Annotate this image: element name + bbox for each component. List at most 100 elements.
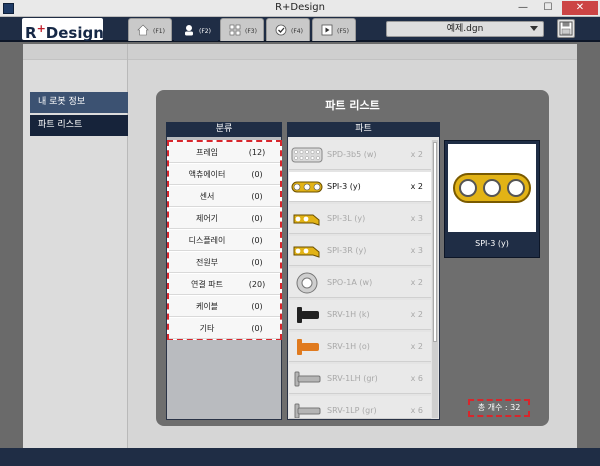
part-item[interactable]: SRV-1H (o) x 2 [289, 332, 431, 362]
category-count: (0) [251, 192, 263, 201]
sidebar-item-label: 내 로봇 정보 [38, 97, 86, 107]
bottom-bar [0, 448, 600, 466]
tab-home[interactable]: (F1) [128, 18, 172, 41]
sidebar-item-my-robot-info[interactable]: 내 로봇 정보 [30, 92, 128, 113]
tab-key-label: (F2) [199, 28, 211, 35]
category-item[interactable]: 전원부 (0) [169, 252, 280, 273]
tab-key-label: (F3) [245, 28, 257, 35]
window-titlebar: R+Design — ☐ ✕ [0, 0, 600, 17]
category-name: 프레임 [195, 148, 219, 157]
ring-icon [296, 272, 318, 294]
close-button[interactable]: ✕ [562, 1, 598, 15]
part-preview-caption: SPI-3 (y) [475, 239, 509, 248]
tab-play[interactable]: (F5) [312, 18, 356, 41]
part-quantity: x 3 [410, 246, 423, 255]
robot-info-icon [185, 25, 193, 36]
file-select-dropdown[interactable]: 예제.dgn [386, 21, 544, 37]
category-item[interactable]: 기타 (0) [169, 318, 280, 339]
part-name: SRV-1H (o) [327, 342, 370, 351]
tab-robot-info[interactable]: (F2) [174, 18, 218, 41]
rivet-icon [297, 307, 319, 323]
sidebar-strip [23, 44, 127, 60]
sidebar-item-parts-list[interactable]: 파트 리스트 [30, 115, 128, 136]
part-quantity: x 3 [410, 214, 423, 223]
tab-check[interactable]: (F4) [266, 18, 310, 41]
part-name: SRV-1LP (gr) [327, 406, 377, 415]
part-item[interactable]: SRV-1H (k) x 2 [289, 300, 431, 330]
plate-icon [291, 147, 323, 163]
part-name: SPI-3L (y) [327, 214, 366, 223]
rivet-icon [297, 339, 319, 355]
part-quantity: x 2 [410, 182, 423, 191]
link-3-hole-icon [291, 181, 323, 193]
part-item[interactable]: SPI-3L (y) x 3 [289, 204, 431, 234]
window-title: R+Design [275, 2, 325, 13]
category-name: 연결 파트 [191, 280, 223, 289]
category-count: (0) [251, 302, 263, 311]
category-count: (0) [251, 170, 263, 179]
parts-header: 파트 [287, 122, 440, 137]
part-item[interactable]: SPI-3R (y) x 3 [289, 236, 431, 266]
part-item[interactable]: SPI-3 (y) x 2 [289, 172, 431, 202]
minimize-button[interactable]: — [512, 1, 534, 15]
save-icon [559, 21, 573, 36]
chevron-down-icon [530, 26, 538, 31]
category-item[interactable]: 디스플레이 (0) [169, 230, 280, 251]
play-icon [321, 24, 333, 36]
link-bent-icon [293, 214, 320, 226]
part-name: SPI-3R (y) [327, 246, 367, 255]
app-header: R+Design (F1) (F2) (F3) (F4) (F5) 예제.dgn [0, 17, 600, 42]
category-header: 분류 [166, 122, 282, 137]
scrollbar-thumb[interactable] [433, 142, 437, 342]
category-item[interactable]: 센서 (0) [169, 186, 280, 207]
tab-key-label: (F5) [337, 28, 349, 35]
left-margin [0, 44, 23, 448]
rivet-long-icon [294, 403, 321, 418]
category-name: 센서 [199, 192, 215, 201]
category-name: 기타 [199, 324, 215, 333]
maximize-button[interactable]: ☐ [537, 1, 559, 15]
rivet-long-icon [294, 371, 321, 387]
part-item[interactable]: SRV-1LP (gr) x 6 [289, 396, 431, 419]
part-name: SPD-3b5 (w) [327, 150, 377, 159]
category-name: 디스플레이 [188, 236, 226, 245]
category-name: 액츄에이터 [188, 170, 226, 179]
part-preview-image [448, 144, 536, 232]
category-item[interactable]: 프레임 (12) [169, 142, 280, 163]
right-margin [577, 44, 600, 448]
part-quantity: x 6 [410, 374, 423, 383]
save-button[interactable] [557, 19, 575, 38]
link-bent-icon [293, 246, 320, 258]
part-item[interactable]: SPD-3b5 (w) x 2 [289, 140, 431, 170]
category-item[interactable]: 액츄에이터 (0) [169, 164, 280, 185]
part-quantity: x 2 [410, 342, 423, 351]
category-item[interactable]: 연결 파트 (20) [169, 274, 280, 295]
part-name: SPI-3 (y) [327, 182, 361, 191]
category-count: (0) [251, 236, 263, 245]
part-quantity: x 2 [410, 310, 423, 319]
part-item[interactable]: SRV-1LH (gr) x 6 [289, 364, 431, 394]
part-preview: SPI-3 (y) [444, 140, 540, 258]
tab-parts[interactable]: (F3) [220, 18, 264, 41]
total-count-value: 32 [510, 403, 521, 412]
part-quantity: x 6 [410, 406, 423, 415]
category-item[interactable]: 케이블 (0) [169, 296, 280, 317]
category-name: 케이블 [195, 302, 219, 311]
parts-grid-icon [229, 24, 241, 36]
part-quantity: x 2 [410, 150, 423, 159]
total-count-label: 총 개수 : [477, 403, 508, 412]
tab-key-label: (F1) [153, 28, 165, 35]
category-name: 제어기 [195, 214, 219, 223]
part-item[interactable]: SPO-1A (w) x 2 [289, 268, 431, 298]
category-count: (0) [251, 324, 263, 333]
sidebar-item-label: 파트 리스트 [38, 120, 83, 130]
total-count-badge: 총 개수 : 32 [468, 399, 530, 417]
check-settings-icon [275, 24, 287, 36]
parts-scrollbar[interactable] [432, 140, 438, 418]
part-quantity: x 2 [410, 278, 423, 287]
tab-key-label: (F4) [291, 28, 303, 35]
part-name: SRV-1LH (gr) [327, 374, 378, 383]
part-name: SPO-1A (w) [327, 278, 373, 287]
category-count: (0) [251, 258, 263, 267]
category-item[interactable]: 제어기 (0) [169, 208, 280, 229]
